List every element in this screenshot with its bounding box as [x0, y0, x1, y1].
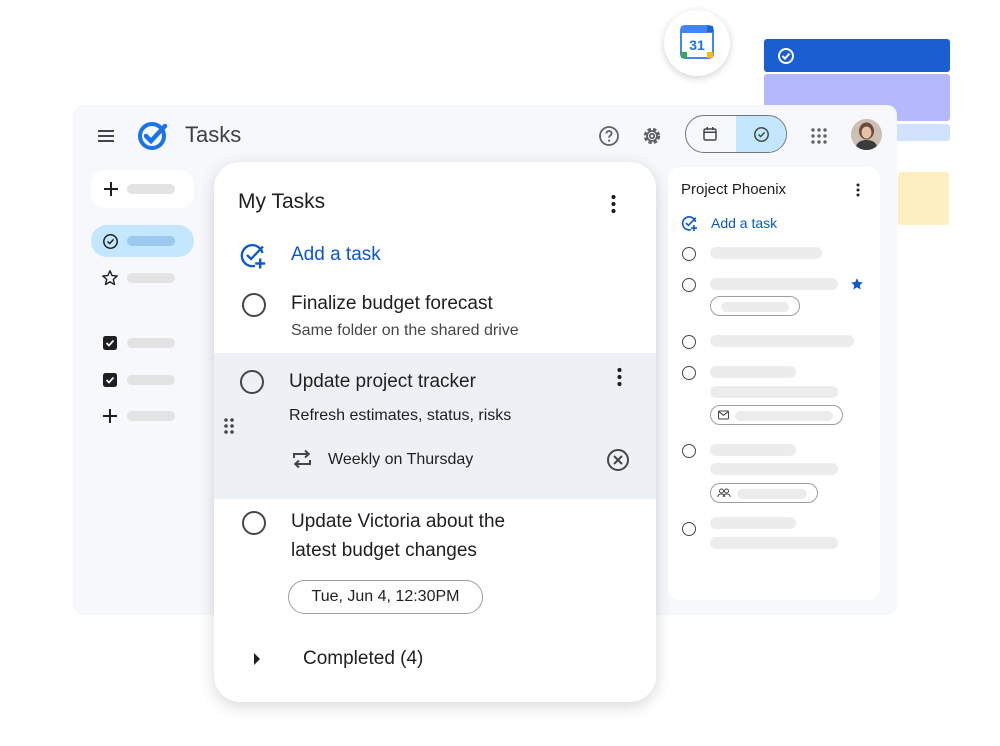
task-complete-toggle[interactable]	[682, 366, 696, 380]
task-complete-toggle[interactable]	[682, 247, 696, 261]
plus-icon	[103, 409, 117, 423]
more-vertical-icon	[616, 367, 622, 387]
add-task-icon	[681, 216, 697, 231]
checkbox-checked-icon	[103, 373, 117, 387]
expand-arrow-icon	[254, 653, 260, 665]
list-more-button[interactable]	[604, 192, 622, 216]
mail-icon	[718, 410, 729, 420]
completed-section-toggle[interactable]: Completed (4)	[250, 646, 450, 674]
task-date-label: Tue, Jun 4, 12:30PM	[311, 588, 460, 605]
task-check-icon	[778, 48, 794, 64]
nav-label-placeholder	[127, 375, 175, 385]
task-title-line1[interactable]: Update Victoria about the	[291, 511, 505, 533]
task-complete-toggle[interactable]	[240, 370, 264, 394]
add-task-button[interactable]: Add a task	[238, 240, 408, 270]
plus-icon	[104, 182, 118, 196]
star-filled-icon[interactable]	[850, 277, 864, 291]
add-task-icon	[240, 244, 266, 269]
google-calendar-badge: 31	[664, 10, 730, 76]
hamburger-menu-icon	[98, 130, 114, 142]
side-list-more-button[interactable]	[850, 181, 866, 199]
task-more-button[interactable]	[611, 364, 627, 390]
tasks-logo-icon	[138, 122, 168, 150]
side-task-list-panel: Project Phoenix Add a task	[668, 167, 880, 600]
side-add-task-label: Add a task	[711, 215, 778, 231]
people-icon	[717, 488, 731, 498]
main-menu-button[interactable]	[95, 124, 117, 148]
task-complete-toggle[interactable]	[682, 278, 696, 292]
nav-label-placeholder	[127, 411, 175, 421]
calendar-event-block	[898, 172, 949, 225]
clear-repeat-icon[interactable]	[606, 448, 630, 472]
task-title-placeholder	[710, 517, 796, 529]
calendar-icon	[703, 127, 717, 141]
task-title[interactable]: Finalize budget forecast	[291, 293, 493, 315]
nav-all-tasks[interactable]	[91, 225, 194, 257]
calendar-badge-day: 31	[689, 37, 705, 53]
add-task-label: Add a task	[291, 244, 381, 265]
list-title: My Tasks	[238, 190, 326, 213]
nav-starred[interactable]	[91, 262, 194, 294]
task-date-chip[interactable]: Tue, Jun 4, 12:30PM	[288, 580, 483, 614]
nav-label-placeholder	[127, 273, 175, 283]
task-complete-toggle[interactable]	[682, 335, 696, 349]
view-switcher	[685, 115, 787, 153]
task-repeat-label[interactable]: Weekly on Thursday	[328, 451, 473, 469]
app-title: Tasks	[185, 122, 242, 147]
task-complete-toggle[interactable]	[242, 511, 266, 535]
settings-button[interactable]	[640, 124, 664, 148]
checkbox-checked-icon	[103, 336, 117, 350]
task-chip[interactable]	[710, 296, 800, 316]
side-list-title: Project Phoenix	[681, 181, 787, 198]
chip-label-placeholder	[737, 489, 807, 499]
nav-new-list[interactable]	[91, 402, 194, 430]
avatar-image	[851, 119, 882, 150]
gear-icon	[643, 127, 661, 145]
nav-list-checkbox[interactable]	[91, 366, 194, 394]
task-title-placeholder	[710, 278, 838, 290]
chip-label-placeholder	[721, 302, 789, 312]
nav-label-placeholder	[127, 236, 175, 246]
repeat-icon	[293, 449, 311, 469]
task-title-placeholder	[710, 366, 796, 378]
task-space-chip[interactable]	[710, 483, 818, 503]
apps-button[interactable]	[807, 124, 831, 148]
chip-label-placeholder	[735, 411, 833, 421]
task-details-placeholder	[710, 537, 838, 549]
nav-list-checkbox[interactable]	[91, 329, 194, 357]
star-outline-icon	[102, 270, 118, 286]
task-details-placeholder	[710, 386, 838, 398]
task-complete-toggle[interactable]	[682, 522, 696, 536]
my-tasks-card: My Tasks Add a task Finalize budget fore…	[214, 162, 656, 702]
task-title-line2[interactable]: latest budget changes	[291, 540, 477, 562]
apps-grid-icon	[811, 128, 827, 144]
calendar-task-event-block	[764, 39, 950, 72]
task-title[interactable]: Update project tracker	[289, 371, 476, 393]
calendar-view-button[interactable]	[699, 125, 721, 143]
task-title-placeholder	[710, 335, 854, 347]
drag-handle-icon[interactable]	[223, 417, 235, 435]
google-calendar-icon: 31	[680, 25, 714, 59]
task-complete-toggle[interactable]	[682, 444, 696, 458]
help-button[interactable]	[597, 124, 621, 148]
check-circle-icon	[103, 234, 118, 249]
task-complete-toggle[interactable]	[242, 293, 266, 317]
completed-label: Completed (4)	[303, 648, 424, 669]
task-title-placeholder	[710, 247, 822, 259]
create-label-placeholder	[127, 184, 175, 194]
tasks-view-button[interactable]	[750, 125, 772, 143]
tasks-check-icon	[753, 126, 769, 142]
more-vertical-icon	[856, 183, 860, 197]
task-title-placeholder	[710, 444, 796, 456]
side-add-task-button[interactable]: Add a task	[680, 213, 800, 233]
nav-label-placeholder	[127, 338, 175, 348]
create-button[interactable]	[91, 170, 194, 208]
task-details-placeholder	[710, 463, 838, 475]
task-email-chip[interactable]	[710, 405, 843, 425]
task-details[interactable]: Refresh estimates, status, risks	[289, 407, 511, 425]
more-vertical-icon	[610, 194, 616, 214]
account-avatar[interactable]	[851, 119, 882, 150]
help-icon	[599, 126, 619, 146]
task-details[interactable]: Same folder on the shared drive	[291, 322, 519, 340]
